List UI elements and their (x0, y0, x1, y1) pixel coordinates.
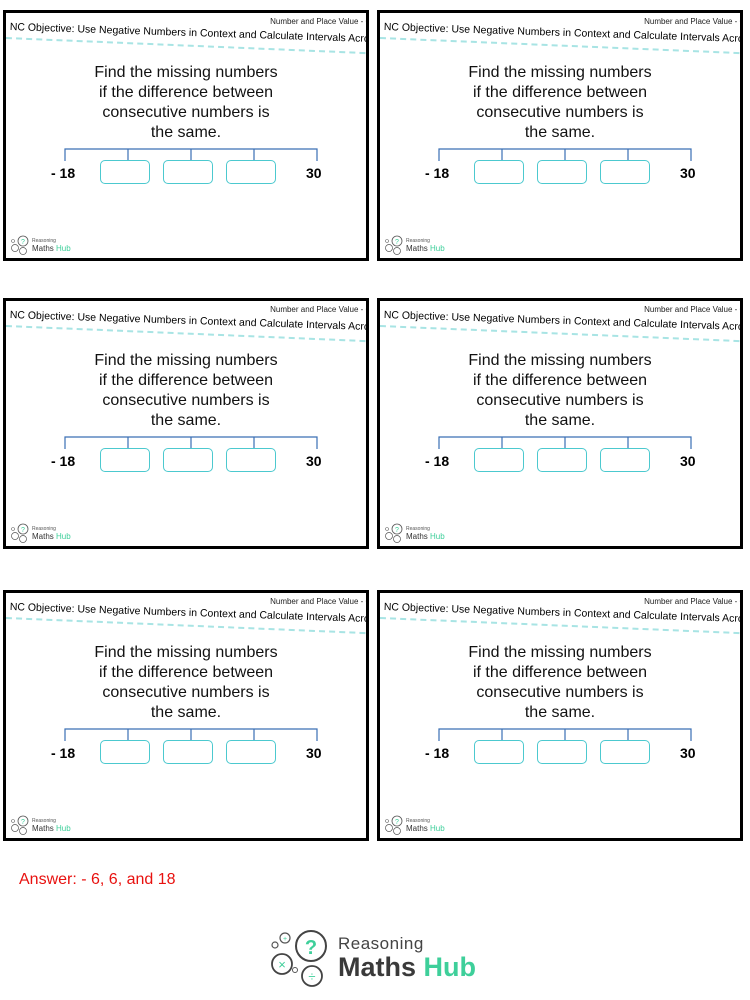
missing-number-box[interactable] (600, 740, 650, 764)
end-number: 30 (306, 745, 322, 761)
missing-number-box[interactable] (474, 448, 524, 472)
mini-logo: ? Reasoning Maths Hub (384, 815, 445, 835)
missing-number-box[interactable] (163, 740, 213, 764)
missing-number-box[interactable] (537, 740, 587, 764)
worksheet-card: Number and Place Value - 6 NC Objective:… (377, 590, 743, 841)
interval-bracket (64, 148, 318, 161)
mini-logo-hub: Hub (56, 244, 71, 253)
end-number: 30 (680, 453, 696, 469)
svg-text:+: + (283, 936, 287, 943)
end-number: 30 (306, 453, 322, 469)
mini-logo: ? Reasoning Maths Hub (10, 235, 71, 255)
mini-logo: ? Reasoning Maths Hub (384, 235, 445, 255)
logo-bubbles-icon: + ? × ÷ (271, 930, 327, 987)
start-number: - 18 (51, 745, 76, 761)
logo-bubbles-icon: ? (385, 815, 403, 835)
svg-text:÷: ÷ (308, 969, 315, 984)
mini-logo: ? Reasoning Maths Hub (10, 815, 71, 835)
interval-bracket (64, 728, 318, 741)
missing-number-box[interactable] (474, 160, 524, 184)
interval-bracket (64, 436, 318, 449)
mini-logo-hub: Hub (430, 532, 445, 541)
start-number: - 18 (425, 165, 450, 181)
mini-logo-maths-hub: Maths Hub (406, 532, 445, 541)
logo-bubbles-icon: ? (11, 815, 29, 835)
svg-text:?: ? (21, 819, 25, 826)
mini-logo-maths-hub: Maths Hub (32, 824, 71, 833)
svg-text:?: ? (395, 527, 399, 534)
logo-bubbles-icon: ? (11, 235, 29, 255)
mini-logo-maths-hub: Maths Hub (32, 244, 71, 253)
mini-logo-maths: Maths (32, 532, 54, 541)
missing-number-box[interactable] (226, 160, 276, 184)
mini-logo-maths: Maths (406, 824, 428, 833)
end-number: 30 (680, 745, 696, 761)
missing-number-box[interactable] (474, 740, 524, 764)
svg-text:?: ? (305, 937, 317, 959)
svg-text:?: ? (395, 239, 399, 246)
mini-logo-hub: Hub (56, 824, 71, 833)
mini-logo: ? Reasoning Maths Hub (10, 523, 71, 543)
missing-number-box[interactable] (163, 448, 213, 472)
end-number: 30 (680, 165, 696, 181)
interval-bracket (438, 436, 692, 449)
worksheet-card: Number and Place Value - 6 NC Objective:… (377, 10, 743, 261)
mini-logo-hub: Hub (430, 244, 445, 253)
logo-bubbles-icon: ? (385, 235, 403, 255)
worksheet-card: Number and Place Value - 6 NC Objective:… (3, 10, 369, 261)
svg-text:?: ? (21, 239, 25, 246)
reasoning-maths-hub-logo: + ? × ÷ Reasoning Maths Hub (268, 928, 476, 988)
svg-text:×: × (278, 957, 286, 972)
start-number: - 18 (425, 745, 450, 761)
mini-logo-maths: Maths (406, 532, 428, 541)
missing-number-box[interactable] (600, 448, 650, 472)
worksheet-card: Number and Place Value - 6 NC Objective:… (3, 298, 369, 549)
logo-bubbles-icon: ? (11, 523, 29, 543)
answer-text: Answer: - 6, 6, and 18 (19, 871, 176, 888)
missing-number-box[interactable] (600, 160, 650, 184)
mini-logo-maths-hub: Maths Hub (32, 532, 71, 541)
interval-bracket (438, 728, 692, 741)
mini-logo: ? Reasoning Maths Hub (384, 523, 445, 543)
worksheet-card: Number and Place Value - 6 NC Objective:… (377, 298, 743, 549)
mini-logo-hub: Hub (430, 824, 445, 833)
logo-hub-word: Hub (423, 952, 477, 982)
end-number: 30 (306, 165, 322, 181)
logo-maths-word: Maths (338, 952, 417, 982)
mini-logo-maths: Maths (32, 244, 54, 253)
logo-reasoning-text: Reasoning (338, 934, 424, 953)
svg-text:?: ? (21, 527, 25, 534)
mini-logo-maths-hub: Maths Hub (406, 244, 445, 253)
interval-bracket (438, 148, 692, 161)
missing-number-box[interactable] (100, 160, 150, 184)
missing-number-box[interactable] (226, 448, 276, 472)
mini-logo-maths-hub: Maths Hub (406, 824, 445, 833)
mini-logo-maths: Maths (32, 824, 54, 833)
worksheet-card: Number and Place Value - 6 NC Objective:… (3, 590, 369, 841)
logo-bubbles-icon: ? (385, 523, 403, 543)
missing-number-box[interactable] (537, 160, 587, 184)
missing-number-box[interactable] (100, 448, 150, 472)
missing-number-box[interactable] (226, 740, 276, 764)
logo-maths-hub-text: Maths Hub (338, 953, 476, 981)
start-number: - 18 (51, 453, 76, 469)
mini-logo-maths: Maths (406, 244, 428, 253)
svg-text:?: ? (395, 819, 399, 826)
missing-number-box[interactable] (537, 448, 587, 472)
mini-logo-hub: Hub (56, 532, 71, 541)
missing-number-box[interactable] (163, 160, 213, 184)
missing-number-box[interactable] (100, 740, 150, 764)
start-number: - 18 (425, 453, 450, 469)
start-number: - 18 (51, 165, 76, 181)
